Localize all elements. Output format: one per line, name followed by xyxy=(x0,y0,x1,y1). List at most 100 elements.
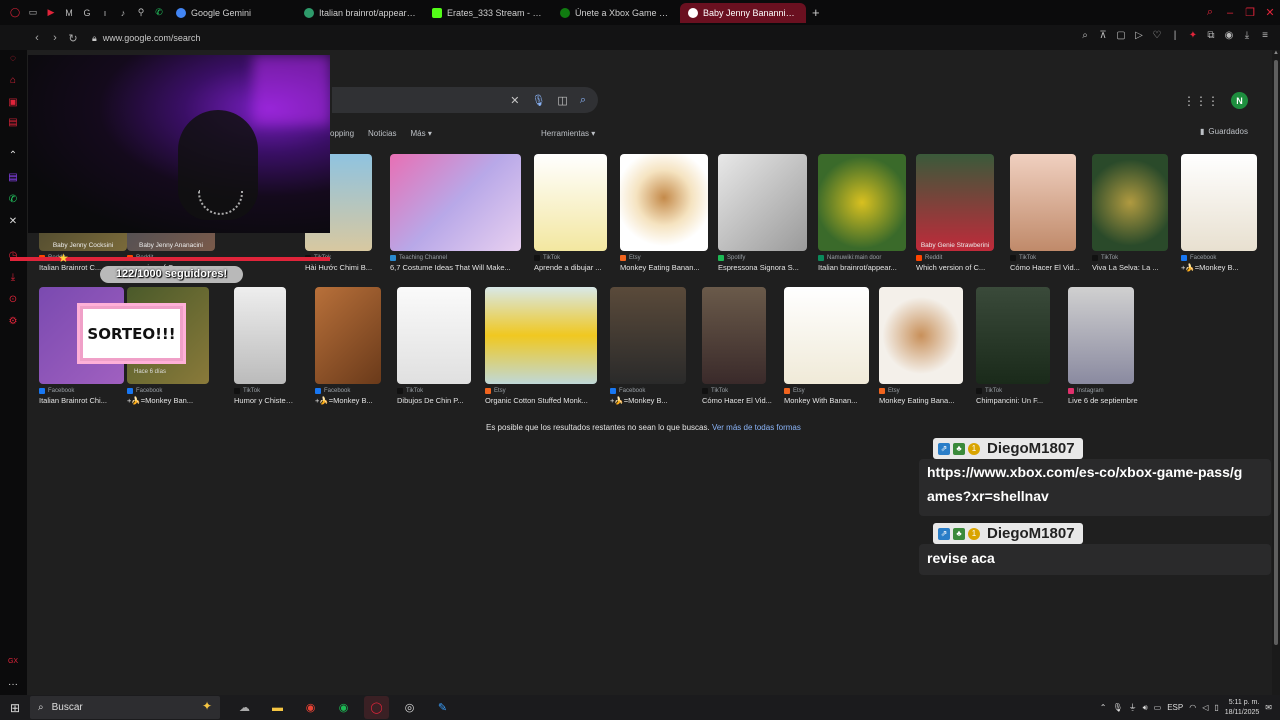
notifications-icon[interactable]: ✉ xyxy=(1265,703,1272,712)
gx-icon[interactable]: GX xyxy=(6,655,20,669)
battery-icon[interactable]: ▭ xyxy=(1154,703,1162,712)
play-icon[interactable]: ▷ xyxy=(1132,30,1146,41)
result-thumbnail[interactable] xyxy=(784,287,869,384)
tab-italian-brainrot[interactable]: Italian brainrot/appearing xyxy=(296,3,424,23)
result-thumbnail[interactable] xyxy=(390,154,521,251)
result-thumbnail[interactable] xyxy=(1181,154,1257,251)
avatar[interactable]: N xyxy=(1231,92,1248,109)
result-title[interactable]: Italian Brainrot Chi... xyxy=(39,396,134,405)
windows-start-icon[interactable]: ⊞ xyxy=(0,701,30,715)
tab-news[interactable]: Noticias xyxy=(368,129,396,138)
result-thumbnail[interactable] xyxy=(702,287,766,384)
result-title[interactable]: Chimpancini: Un F... xyxy=(976,396,1060,405)
menu-icon[interactable]: ≡ xyxy=(1258,30,1272,41)
image-result[interactable]: Facebook +🍌=Monkey B... xyxy=(610,287,686,406)
image-result[interactable]: Etsy Monkey Eating Bana... xyxy=(879,287,963,406)
tab-shopping[interactable]: opping xyxy=(330,129,354,138)
puzzle-icon[interactable]: ⧉ xyxy=(1204,30,1218,41)
paint-icon[interactable]: ✎ xyxy=(430,696,455,719)
result-thumbnail[interactable] xyxy=(620,154,708,251)
image-result[interactable]: Namuwiki:main door Italian brainrot/appea… xyxy=(818,154,906,273)
url-field[interactable]: 🔒︎ www.google.com/search xyxy=(92,33,200,44)
tiktok-icon[interactable]: ♪ xyxy=(114,4,132,22)
result-title[interactable]: Monkey With Banan... xyxy=(784,396,879,405)
workspaces-icon[interactable]: ▭ xyxy=(24,4,42,22)
settings-icon[interactable]: ⚙ xyxy=(6,315,20,329)
result-title[interactable]: Viva La Selva: La ... xyxy=(1092,263,1178,272)
x-twitter-icon[interactable]: ✕ xyxy=(6,215,20,229)
usb-icon[interactable]: ⏚ xyxy=(1129,702,1137,713)
scroll-up-icon[interactable]: ▲ xyxy=(1272,50,1280,56)
scrollbar-thumb[interactable] xyxy=(1274,60,1278,645)
language-label[interactable]: ESP xyxy=(1167,703,1183,712)
wifi-icon[interactable]: ◠ xyxy=(1189,703,1196,712)
maximize-icon[interactable]: ❐ xyxy=(1240,6,1260,19)
reload-icon[interactable]: ↻ xyxy=(64,32,82,45)
saved-button[interactable]: ▮ Guardados xyxy=(1200,127,1248,136)
image-result[interactable]: Facebook +🍌=Monkey B... xyxy=(315,287,381,406)
image-result[interactable]: TikTok Dibujos De Chin P... xyxy=(397,287,471,406)
youtube-icon[interactable]: ▶ xyxy=(42,4,60,22)
image-result[interactable]: TikTok Cómo Hacer El Vid... xyxy=(1010,154,1080,273)
kick-sidebar-icon[interactable]: ⌃ xyxy=(6,149,20,163)
tab-google-gemini[interactable]: Google Gemini xyxy=(168,3,296,23)
result-title[interactable]: +🍌=Monkey B... xyxy=(610,396,696,405)
downloads-sidebar-icon[interactable]: ⤓ xyxy=(6,271,20,285)
image-result[interactable]: Facebook +🍌=Monkey B... xyxy=(1181,154,1257,273)
image-result[interactable]: Etsy Organic Cotton Stuffed Monk... xyxy=(485,287,597,406)
obs-icon[interactable]: ◎ xyxy=(397,696,422,719)
image-result[interactable]: TikTok Viva La Selva: La ... xyxy=(1092,154,1168,273)
gmail-icon[interactable]: M xyxy=(60,4,78,22)
result-title[interactable]: Aprende a dibujar ... xyxy=(534,263,617,272)
bookmarks-icon[interactable]: ▤ xyxy=(6,116,20,130)
result-title[interactable]: +🍌=Monkey B... xyxy=(315,396,391,405)
image-result[interactable]: TikTok Cómo Hacer El Vid... xyxy=(702,287,772,406)
image-result[interactable]: Instagram Live 6 de septiembre xyxy=(1068,287,1138,406)
lens-icon[interactable]: ◫ xyxy=(557,94,567,107)
tools-button[interactable]: Herramientas ▾ xyxy=(541,129,595,138)
tab-google-search[interactable]: Baby Jenny Banannini - Bú xyxy=(680,2,806,23)
result-thumbnail[interactable] xyxy=(1092,154,1168,251)
more-icon[interactable]: ··· xyxy=(6,678,20,692)
pin-icon[interactable]: ⊼ xyxy=(1096,30,1110,41)
clock[interactable]: 5:11 p. m. 18/11/2025 xyxy=(1225,698,1260,718)
result-thumbnail[interactable] xyxy=(1068,287,1134,384)
result-title[interactable]: Organic Cotton Stuffed Monk... xyxy=(485,396,607,405)
result-thumbnail[interactable] xyxy=(1010,154,1076,251)
link-icon[interactable]: ⚲ xyxy=(132,4,150,22)
tray-chevron-icon[interactable]: ⌃ xyxy=(1100,703,1107,712)
result-thumbnail[interactable] xyxy=(718,154,807,251)
google-apps-icon[interactable]: ⋮⋮⋮ xyxy=(1183,94,1219,108)
result-title[interactable]: Monkey Eating Bana... xyxy=(879,396,973,405)
close-icon[interactable]: ✕ xyxy=(1260,6,1280,19)
image-result[interactable]: TikTok Humor y Chistes s... xyxy=(234,287,296,406)
profile-icon[interactable]: ◉ xyxy=(1222,30,1236,41)
minimize-icon[interactable]: – xyxy=(1220,7,1240,19)
zoom-icon[interactable]: ⌕ xyxy=(1078,30,1092,41)
result-title[interactable]: Live 6 de septiembre xyxy=(1068,396,1144,405)
result-thumbnail[interactable] xyxy=(534,154,607,251)
search-icon[interactable]: ⌕ xyxy=(580,94,586,107)
snapshot-icon[interactable]: ▢ xyxy=(1114,30,1128,41)
result-thumbnail[interactable] xyxy=(485,287,597,384)
download-icon[interactable]: ⤓ xyxy=(1240,30,1254,41)
result-title[interactable]: Cómo Hacer El Vid... xyxy=(1010,263,1086,272)
file-explorer-icon[interactable]: ▬ xyxy=(265,696,290,719)
result-title[interactable]: Italian brainrot/appear... xyxy=(818,263,916,272)
result-thumbnail[interactable] xyxy=(315,287,381,384)
result-title[interactable]: Espressona Signora S... xyxy=(718,263,817,272)
heart-icon[interactable]: ♡ xyxy=(1150,30,1164,41)
new-tab-button[interactable]: + xyxy=(806,5,826,20)
twitch-icon[interactable]: ▤ xyxy=(6,171,20,185)
pinboard-icon[interactable]: ⊙ xyxy=(6,293,20,307)
result-title[interactable]: Humor y Chistes s... xyxy=(234,396,296,405)
see-more-link[interactable]: Ver más de todas formas xyxy=(712,423,801,432)
messenger-icon[interactable]: ▣ xyxy=(6,96,20,110)
search-tabs-icon[interactable]: ⌕ xyxy=(1200,6,1220,19)
home-icon[interactable]: ◌ xyxy=(6,52,20,66)
back-icon[interactable]: ‹ xyxy=(28,32,46,44)
result-thumbnail[interactable] xyxy=(916,154,994,251)
tab-kick-stream[interactable]: Erates_333 Stream - Wat xyxy=(424,3,552,23)
whatsapp-sidebar-icon[interactable]: ✆ xyxy=(6,193,20,207)
result-thumbnail[interactable] xyxy=(818,154,906,251)
